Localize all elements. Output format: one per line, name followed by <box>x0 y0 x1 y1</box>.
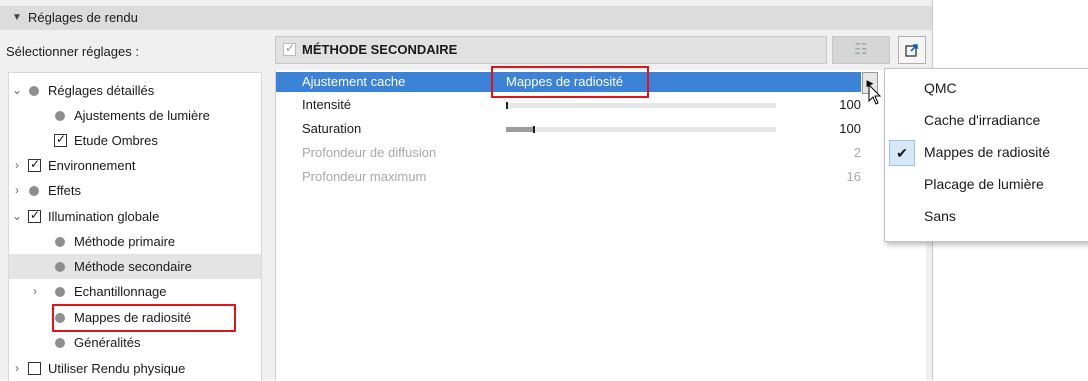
export-button[interactable] <box>898 36 926 64</box>
tree-item-label: Ajustements de lumière <box>74 108 210 123</box>
tree-item[interactable]: ⌄ ✓ Illumination globale <box>9 204 261 229</box>
method-title: MÉTHODE SECONDAIRE <box>302 42 458 57</box>
select-settings-label: Sélectionner réglages : <box>6 44 139 59</box>
param-label: Profondeur de diffusion <box>302 145 437 160</box>
tree-item[interactable]: Ajustements de lumière <box>9 103 261 128</box>
status-dot-icon <box>29 86 39 96</box>
tree-item-label: Illumination globale <box>48 209 160 224</box>
tree-item-label: Effets <box>48 183 82 198</box>
tree-item[interactable]: Méthode primaire <box>9 229 261 254</box>
status-dot-icon <box>55 111 65 121</box>
dropdown-option[interactable]: ✔ Mappes de radiosité <box>885 137 1088 167</box>
param-row[interactable]: Intensité 100 <box>276 95 861 115</box>
status-dot-icon <box>55 287 65 297</box>
tree-checkbox[interactable] <box>28 362 41 375</box>
list-settings-button[interactable]: ☷ <box>832 36 890 64</box>
dropdown-option-label: Placage de lumière <box>924 176 1044 192</box>
chevron-right-icon[interactable]: › <box>11 158 23 172</box>
check-icon: ✓ <box>56 132 67 146</box>
status-dot-icon <box>55 262 65 272</box>
dropdown-option[interactable]: Sans <box>885 201 1088 231</box>
tree-item[interactable]: ✓ Etude Ombres <box>9 128 261 153</box>
mouse-cursor-icon <box>868 84 882 105</box>
param-value: 16 <box>846 169 861 184</box>
secondary-method-header: ✓ MÉTHODE SECONDAIRE <box>275 36 827 64</box>
chevron-right-icon[interactable]: › <box>29 284 41 298</box>
dropdown-option-label: QMC <box>924 80 957 96</box>
cache-adjust-label: Ajustement cache <box>302 74 406 89</box>
dropdown-option[interactable]: Cache d'irradiance <box>885 105 1088 135</box>
status-dot-icon <box>55 338 65 348</box>
tree-item[interactable]: ⌄ Réglages détaillés <box>9 78 261 103</box>
tree-item[interactable]: Généralités <box>9 330 261 355</box>
dropdown-option-label: Sans <box>924 208 956 224</box>
settings-tree: ⌄ Réglages détaillés Ajustements de lumièr… <box>8 72 262 381</box>
slider-fill <box>506 127 533 132</box>
param-value: 100 <box>839 121 861 136</box>
tree-checkbox[interactable]: ✓ <box>54 132 67 147</box>
tree-item-label: Méthode secondaire <box>74 259 192 274</box>
method-checkbox[interactable]: ✓ <box>283 41 296 56</box>
render-settings-panel: ▼ Réglages de rendu Sélectionner réglage… <box>0 0 933 381</box>
tree-item[interactable]: › Utiliser Rendu physique <box>9 356 261 381</box>
param-label: Saturation <box>302 121 362 136</box>
param-slider[interactable] <box>506 126 776 133</box>
param-row: Profondeur maximum 16 <box>276 167 861 187</box>
tree-item-label: Etude Ombres <box>74 133 158 148</box>
param-slider[interactable] <box>506 102 776 109</box>
param-label: Profondeur maximum <box>302 169 427 184</box>
tree-item[interactable]: › Effets <box>9 178 261 203</box>
chevron-down-icon[interactable]: ⌄ <box>11 209 23 223</box>
param-value: 2 <box>853 145 861 160</box>
checkmark-icon: ✔ <box>889 140 915 166</box>
chevron-down-icon[interactable]: ⌄ <box>11 83 23 97</box>
tree-checkbox[interactable]: ✓ <box>28 208 41 223</box>
parameters-list: Ajustement cache Mappes de radiosité Int… <box>275 70 926 380</box>
status-dot-icon <box>55 237 65 247</box>
tree-item-label: Echantillonnage <box>74 284 167 299</box>
dropdown-option[interactable]: QMC <box>885 73 1088 103</box>
chevron-right-icon[interactable]: › <box>11 183 23 197</box>
slider-thumb[interactable] <box>533 126 535 133</box>
check-icon: ✓ <box>30 208 41 222</box>
slider-thumb[interactable] <box>506 102 508 109</box>
dropdown-option-label: Cache d'irradiance <box>924 112 1041 128</box>
panel-header[interactable]: ▼ Réglages de rendu <box>0 6 932 30</box>
tree-checkbox[interactable]: ✓ <box>28 157 41 172</box>
tree-item-label: Généralités <box>74 335 141 350</box>
highlight-frame <box>52 304 236 332</box>
param-row[interactable]: Saturation 100 <box>276 119 861 139</box>
tree-item-label: Utiliser Rendu physique <box>48 361 186 376</box>
tree-item-label: Environnement <box>48 158 136 173</box>
dropdown-option[interactable]: Placage de lumière <box>885 169 1088 199</box>
check-icon: ✓ <box>30 157 41 171</box>
highlight-frame <box>491 66 649 98</box>
export-icon <box>905 44 918 57</box>
tree-item-label: Méthode primaire <box>74 234 176 249</box>
param-label: Intensité <box>302 97 352 112</box>
param-row: Profondeur de diffusion 2 <box>276 143 861 163</box>
check-icon: ✓ <box>285 41 296 55</box>
tree-item[interactable]: Méthode secondaire <box>9 254 261 279</box>
param-value: 100 <box>839 97 861 112</box>
panel-title: Réglages de rendu <box>28 10 138 25</box>
dropdown-option-label: Mappes de radiosité <box>924 144 1051 160</box>
tree-item[interactable]: › Echantillonnage <box>9 279 261 304</box>
tree-item[interactable]: › ✓ Environnement <box>9 153 261 178</box>
collapse-triangle-icon[interactable]: ▼ <box>12 12 22 23</box>
list-settings-icon: ☷ <box>854 41 868 58</box>
chevron-right-icon[interactable]: › <box>11 361 23 375</box>
tree-item-label: Réglages détaillés <box>48 83 155 98</box>
cache-dropdown-menu: QMC Cache d'irradiance ✔ Mappes de radiosit… <box>884 68 1088 242</box>
status-dot-icon <box>29 186 39 196</box>
